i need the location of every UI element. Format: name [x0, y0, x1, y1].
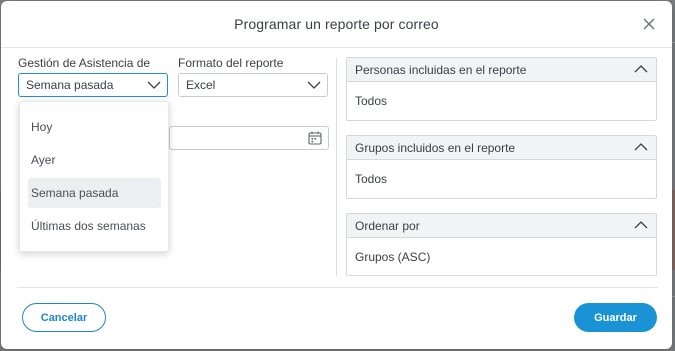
format-label: Formato del reporte [178, 56, 284, 70]
modal-header: Programar un reporte por correo [1, 1, 672, 48]
range-dropdown-menu: Hoy Ayer Semana pasada Últimas dos seman… [19, 101, 169, 252]
schedule-report-modal: Programar un reporte por correo Gestión … [1, 1, 672, 349]
panel-groups-body: Todos [347, 160, 656, 198]
panel-groups-title: Grupos incluidos en el reporte [355, 140, 516, 155]
format-select[interactable]: Excel [178, 73, 328, 97]
chevron-up-icon[interactable] [634, 64, 648, 74]
save-button[interactable]: Guardar [574, 303, 657, 332]
dropdown-option-ultimas-dos-semanas[interactable]: Últimas dos semanas [28, 211, 161, 241]
panel-people-title: Personas incluidas en el reporte [355, 62, 527, 77]
dropdown-option-semana-pasada[interactable]: Semana pasada [28, 178, 161, 208]
chevron-up-icon[interactable] [634, 220, 648, 230]
panel-groups-value: Todos [355, 172, 388, 186]
chevron-up-icon[interactable] [634, 142, 648, 152]
panel-people-value: Todos [355, 94, 388, 108]
close-icon[interactable] [640, 15, 658, 33]
chevron-down-icon [307, 81, 321, 89]
panel-people-header[interactable]: Personas incluidas en el reporte [347, 58, 656, 82]
panel-order-value: Grupos (ASC) [355, 249, 431, 264]
cancel-button[interactable]: Cancelar [22, 303, 106, 332]
chevron-down-icon [147, 81, 161, 89]
date-input[interactable] [169, 126, 329, 150]
range-select-value: Semana pasada [26, 78, 114, 92]
range-select[interactable]: Semana pasada [18, 73, 168, 97]
panel-groups: Grupos incluidos en el reporte Todos [346, 135, 657, 199]
panel-people: Personas incluidas en el reporte Todos [346, 57, 657, 121]
dropdown-option-ayer[interactable]: Ayer [28, 145, 161, 175]
panel-order-title: Ordenar por [355, 218, 420, 233]
footer-divider [17, 287, 658, 288]
modal-title: Programar un reporte por correo [234, 16, 439, 32]
panel-groups-header[interactable]: Grupos incluidos en el reporte [347, 136, 656, 160]
dropdown-option-hoy[interactable]: Hoy [28, 112, 161, 142]
calendar-icon[interactable] [308, 131, 322, 145]
format-select-value: Excel [186, 78, 216, 92]
column-divider [336, 58, 337, 276]
panel-order-header[interactable]: Ordenar por [347, 214, 656, 238]
range-label: Gestión de Asistencia de [18, 56, 151, 70]
panel-order: Ordenar por Grupos (ASC) [346, 213, 657, 276]
panel-people-body: Todos [347, 82, 656, 120]
panel-order-body: Grupos (ASC) [347, 238, 656, 275]
